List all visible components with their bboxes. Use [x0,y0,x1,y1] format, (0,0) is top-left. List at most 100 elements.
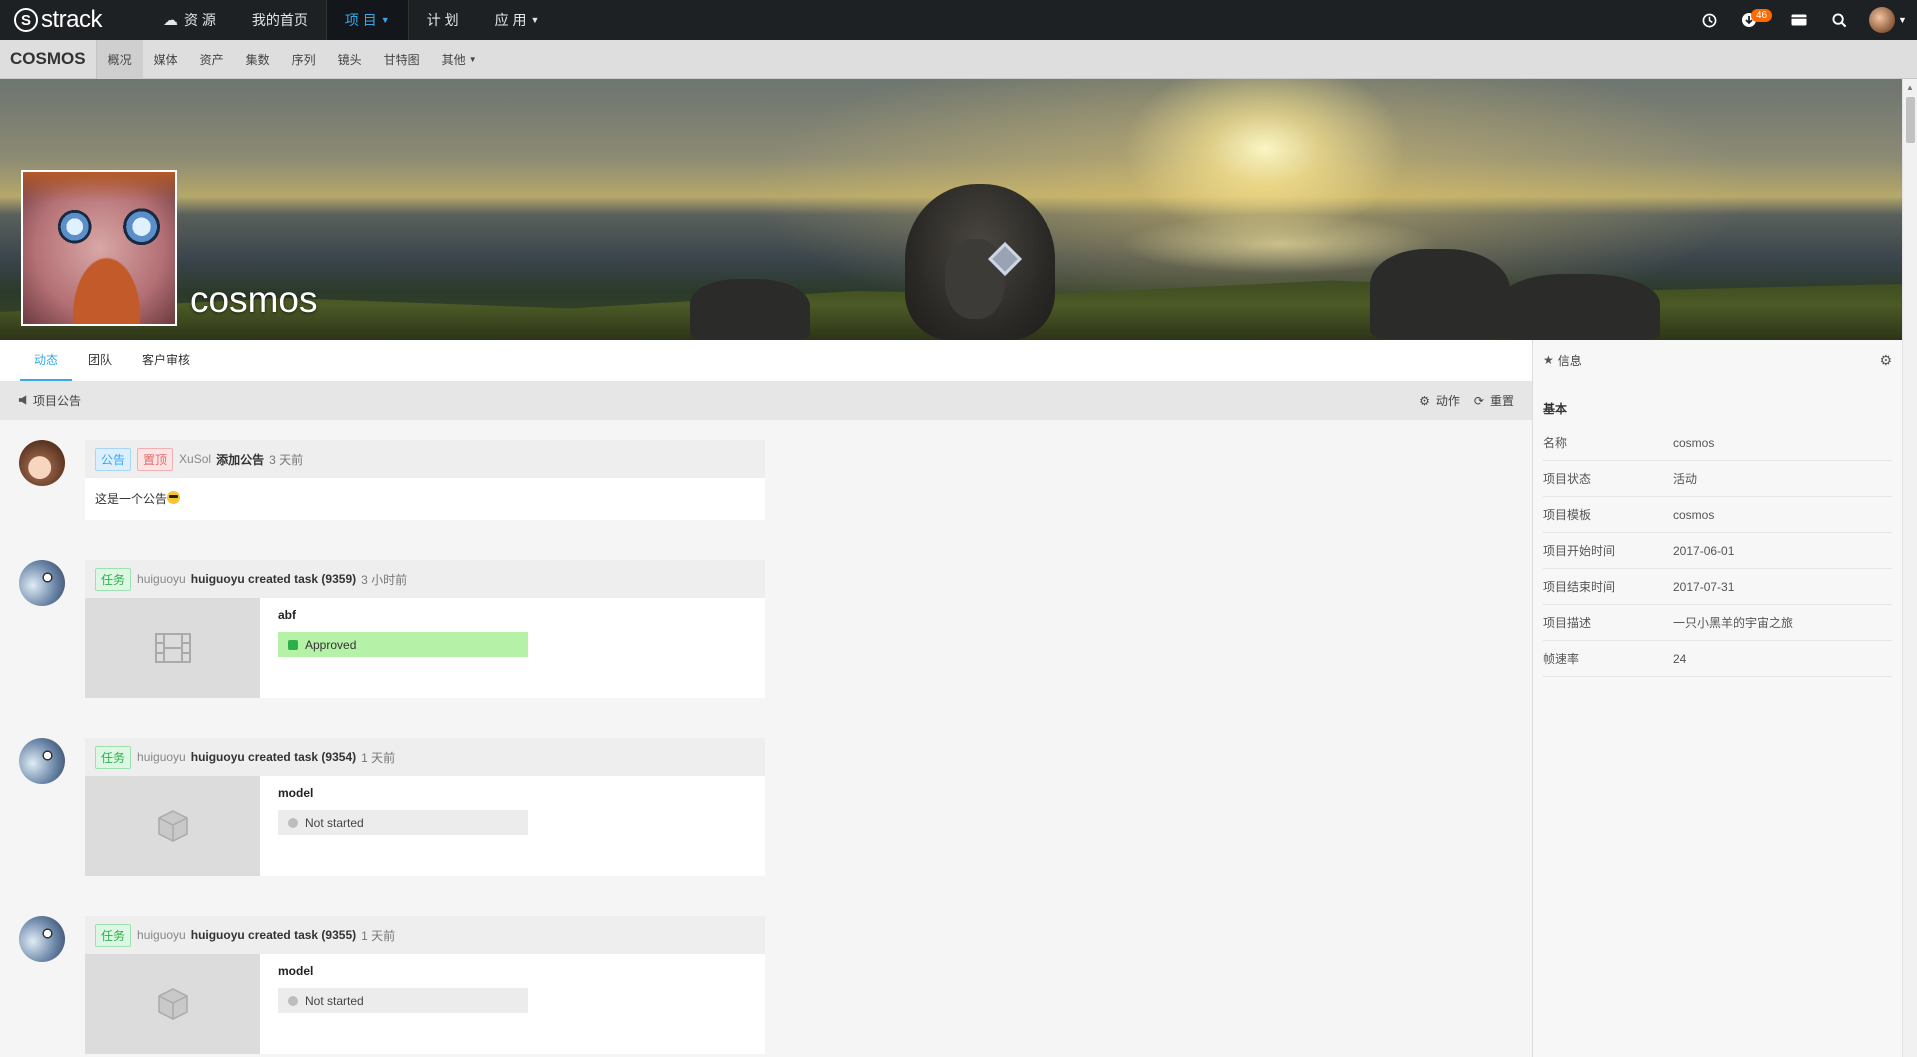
nav-apps[interactable]: 应 用 ▼ [477,0,558,40]
actions-label: 动作 [1435,394,1460,408]
page-scrollbar[interactable]: ▲ [1902,79,1917,1057]
feed-action[interactable]: huiguoyu created task (9359) [191,572,356,586]
banner-rock [1500,274,1660,340]
feed-card-header: 任务 huiguoyu huiguoyu created task (9354)… [85,738,765,776]
logo-text: strack [41,6,103,33]
subnav-more[interactable]: 其他 ▼ [431,40,488,79]
chevron-down-icon: ▼ [380,15,390,25]
subnav-episodes[interactable]: 集数 [235,40,281,79]
reset-button[interactable]: ⟳ 重置 [1474,392,1514,409]
cloud-icon: ☁ [163,12,178,29]
shield-check-icon [288,639,298,650]
feed-user[interactable]: huiguoyu [137,572,186,586]
nav-projects-label: 项 目 [344,12,377,28]
sunglasses-emoji-icon [167,491,181,504]
scrollbar-thumb[interactable] [1906,97,1915,143]
info-row: 项目模板 cosmos [1543,497,1892,533]
banner-sheep-character [905,184,1055,340]
project-subnav: COSMOS 概况 媒体 资产 集数 序列 镜头 甘特图 其他 ▼ [0,39,1917,79]
banner-rock [690,279,810,340]
nav-plan[interactable]: 计 划 [409,0,477,40]
feed-user[interactable]: huiguoyu [137,928,186,942]
download-icon[interactable]: 46 [1729,0,1773,40]
feed-user[interactable]: huiguoyu [137,750,186,764]
caret-down-icon: ▼ [468,54,477,64]
info-row: 名称 cosmos [1543,425,1892,461]
gear-icon[interactable]: ⚙ [1879,352,1892,369]
info-panel-header: ★ 信息 ⚙ [1533,340,1902,380]
status-label: Approved [305,637,357,652]
avatar[interactable] [19,738,65,784]
project-banner: cosmos [0,79,1902,340]
info-value: 2017-07-31 [1673,579,1735,594]
logo-mark: S [14,8,38,32]
feed-action[interactable]: huiguoyu created task (9355) [191,928,356,942]
strack-logo[interactable]: S strack [0,0,145,40]
subnav-shots[interactable]: 镜头 [327,40,373,79]
tag-task: 任务 [95,923,132,947]
subnav-more-label: 其他 [441,52,466,67]
subnav-gantt[interactable]: 甘特图 [373,40,431,79]
feed-time: 3 小时前 [361,572,408,587]
project-code[interactable]: COSMOS [0,39,97,79]
scroll-up-arrow-icon[interactable]: ▲ [1906,83,1914,92]
tag-announcement: 公告 [95,447,132,471]
feed-time: 1 天前 [361,928,396,943]
feed-card-header: 任务 huiguoyu huiguoyu created task (9355)… [85,916,765,954]
status-badge[interactable]: Not started [278,988,528,1013]
task-thumbnail[interactable] [85,954,260,1054]
subnav-overview[interactable]: 概况 [96,39,143,79]
nav-resources[interactable]: ☁ 资 源 [145,0,234,40]
announcement-label[interactable]: 项目公告 [33,392,81,409]
task-thumbnail[interactable] [85,776,260,876]
actions-button[interactable]: ⚙ 动作 [1419,392,1460,409]
info-row: 项目描述 一只小黑羊的宇宙之旅 [1543,605,1892,641]
announcement-text: 这是一个公告 [95,492,168,506]
feed-user[interactable]: XuSol [179,452,211,466]
task-name[interactable]: model [278,786,528,800]
feed-action[interactable]: huiguoyu created task (9354) [191,750,356,764]
info-value: 一只小黑羊的宇宙之旅 [1673,616,1794,630]
nav-projects[interactable]: 项 目 ▼ [325,0,409,40]
task-thumbnail[interactable] [85,598,260,698]
task-info: model Not started [260,776,546,876]
chevron-down-icon: ▼ [530,15,540,25]
user-avatar [1869,7,1896,33]
subnav-sequences[interactable]: 序列 [281,40,327,79]
avatar[interactable] [19,440,65,486]
info-row: 项目开始时间 2017-06-01 [1543,533,1892,569]
tab-team[interactable]: 团队 [74,340,126,381]
subnav-media[interactable]: 媒体 [143,40,189,79]
search-icon[interactable] [1819,0,1859,40]
avatar[interactable] [19,916,65,962]
clock-icon[interactable] [1689,0,1729,40]
message-icon[interactable] [1779,0,1819,40]
task-name[interactable]: model [278,964,528,978]
nav-resources-label: 资 源 [184,12,216,28]
info-value: 24 [1673,651,1687,666]
announcement-body: 这是一个公告 [85,478,765,520]
task-name[interactable]: abf [278,608,528,622]
info-value: 活动 [1673,472,1698,486]
status-label: Not started [305,815,364,830]
task-body: abf Approved [85,598,765,698]
tab-client-review[interactable]: 客户审核 [128,340,204,381]
status-badge[interactable]: Approved [278,632,528,657]
gear-icon: ⚙ [1419,393,1430,408]
status-dot-icon [288,817,298,828]
feed-card-header: 公告 置顶 XuSol 添加公告 3 天前 [85,440,765,478]
subnav-assets[interactable]: 资产 [189,40,235,79]
project-thumbnail[interactable] [21,170,177,326]
avatar[interactable] [19,560,65,606]
thumbnail-hair [23,172,175,202]
top-navbar: S strack ☁ 资 源 我的首页 项 目 ▼ 计 划 应 用 ▼ 46 ▼ [0,0,1917,40]
tab-activity[interactable]: 动态 [20,340,73,381]
reset-label: 重置 [1489,394,1514,408]
nav-right-tools: 46 ▼ [1689,0,1917,40]
task-info: model Not started [260,954,546,1054]
user-menu[interactable]: ▼ [1859,0,1917,40]
feed-card: 任务 huiguoyu huiguoyu created task (9354)… [85,738,765,876]
cube-icon [157,988,188,1020]
status-badge[interactable]: Not started [278,810,528,835]
nav-my-home[interactable]: 我的首页 [234,0,326,40]
